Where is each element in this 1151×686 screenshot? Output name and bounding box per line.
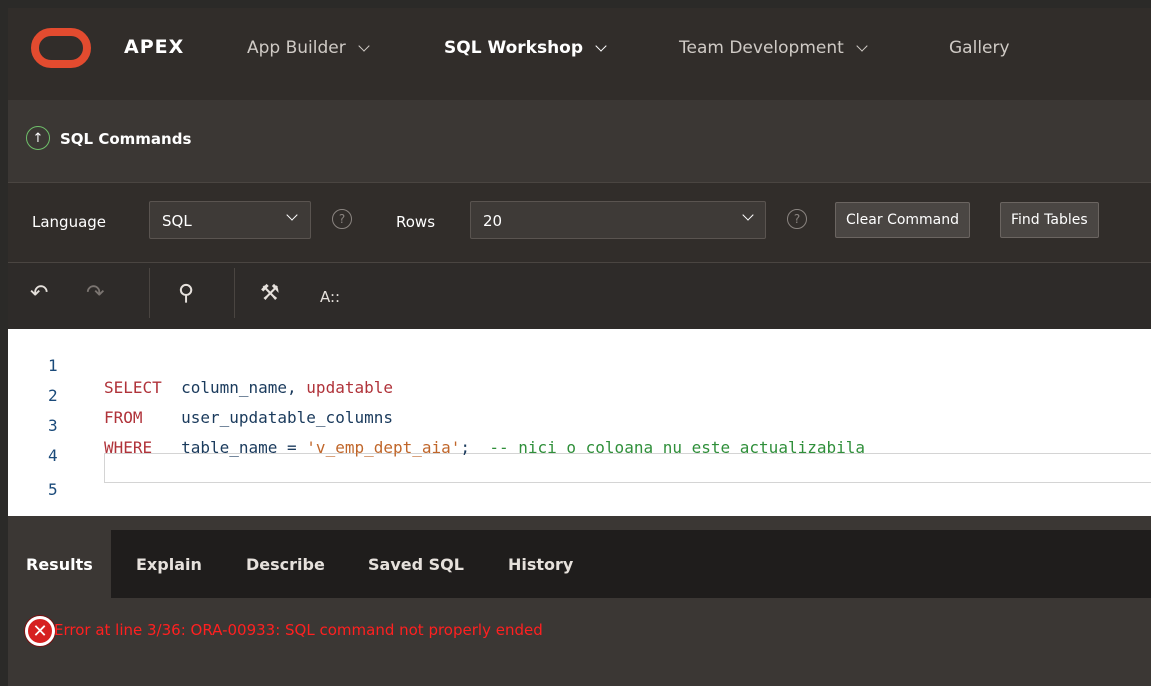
line-number: 4: [48, 446, 58, 465]
sql-keyword: FROM: [104, 408, 143, 427]
clear-command-button[interactable]: Clear Command: [835, 202, 971, 238]
toolbar-divider: [234, 268, 235, 318]
code-line: 1 SELECT column_name, updatable: [48, 356, 393, 397]
line-number: 5: [48, 480, 58, 499]
tab-results[interactable]: Results: [8, 530, 111, 598]
sql-editor[interactable]: 1 SELECT column_name, updatable 2 FROM u…: [8, 329, 1151, 516]
help-icon[interactable]: ?: [787, 209, 807, 229]
sql-keyword: SELECT: [104, 378, 162, 397]
code-line: 5: [8, 457, 58, 499]
sql-string: 'v_emp_dept_aia': [306, 438, 461, 457]
tab-saved-sql[interactable]: Saved SQL: [350, 530, 482, 598]
code-line: 3 WHERE table_name = 'v_emp_dept_aia'; -…: [48, 416, 866, 457]
chevron-down-icon: [595, 39, 607, 52]
help-icon[interactable]: ?: [332, 209, 352, 229]
apex-brand[interactable]: APEX: [124, 36, 184, 58]
tab-explain[interactable]: Explain: [118, 530, 220, 598]
pane-splitter[interactable]: [8, 516, 1151, 530]
tab-history[interactable]: History: [490, 530, 591, 598]
page-title: SQL Commands: [60, 130, 192, 148]
rows-label: Rows: [396, 213, 436, 231]
search-icon[interactable]: ⚲: [178, 281, 194, 307]
nav-team-development[interactable]: Team Development: [679, 38, 868, 58]
code-line: 2 FROM user_updatable_columns: [48, 386, 393, 427]
tab-describe[interactable]: Describe: [228, 530, 343, 598]
nav-app-builder[interactable]: App Builder: [247, 38, 370, 58]
results-panel: [8, 598, 1151, 686]
chevron-down-icon: [856, 39, 868, 52]
nav-sql-workshop[interactable]: SQL Workshop: [444, 38, 607, 58]
arrow-up-icon[interactable]: ↑: [26, 126, 50, 150]
hammer-icon[interactable]: ⚒: [260, 281, 280, 307]
error-icon: ✕: [25, 616, 55, 646]
find-tables-button[interactable]: Find Tables: [1000, 202, 1099, 238]
nav-gallery[interactable]: Gallery: [949, 38, 1010, 58]
sql-identifier: updatable: [306, 378, 393, 397]
error-message: Error at line 3/36: ORA-00933: SQL comma…: [54, 621, 543, 639]
rows-select[interactable]: 20: [470, 201, 766, 239]
toolbar-divider: [149, 268, 150, 318]
line-number: 3: [48, 416, 58, 435]
language-select[interactable]: SQL: [149, 201, 311, 239]
undo-icon[interactable]: ↶: [30, 281, 48, 307]
line-number: 2: [48, 386, 58, 405]
format-text-icon[interactable]: A::: [320, 284, 340, 310]
line-number: 1: [48, 356, 58, 375]
sql-keyword: WHERE: [104, 438, 153, 457]
oracle-logo-icon[interactable]: [31, 28, 91, 68]
language-label: Language: [32, 213, 107, 231]
sql-comment: -- nici o coloana nu este actualizabila: [489, 438, 866, 457]
code-line: 4: [8, 423, 58, 465]
chevron-down-icon: [358, 39, 370, 52]
redo-icon[interactable]: ↷: [86, 281, 104, 307]
